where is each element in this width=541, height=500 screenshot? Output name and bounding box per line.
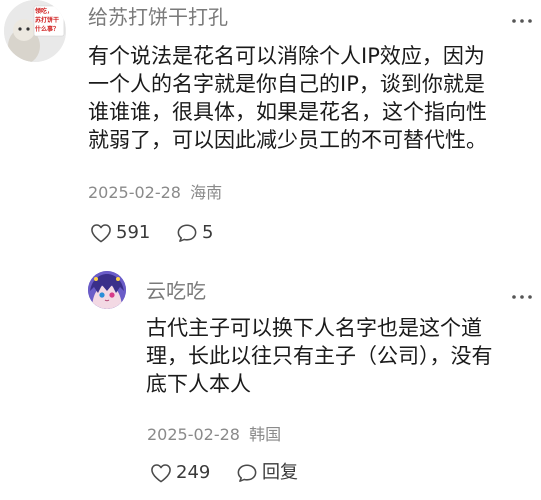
more-dots-icon[interactable] xyxy=(511,286,533,304)
comment-text: 有个说法是花名可以消除个人IP效应，因为 一个人的名字就是你自己的IP，谈到你就… xyxy=(88,42,487,154)
reply-text-line: 古代主子可以换下人名字也是这个道 xyxy=(146,316,482,340)
heart-icon xyxy=(91,224,111,243)
reply-text: 古代主子可以换下人名字也是这个道 理，长此以往只有主子（公司），没有 底下人本人 xyxy=(146,314,493,398)
comment: 领吃， 苏打饼干 什么事？ 给苏打饼干打孔 有个说法是花名可以消除个人IP效应，… xyxy=(0,0,541,260)
reply: 云吃吃 古代主子可以换下人名字也是这个道 理，长此以往只有主子（公司），没有 底… xyxy=(0,260,541,500)
comment-text-line: 谁谁谁，很具体，如果是花名，这个指向性 xyxy=(88,100,487,124)
reply-text-line: 理，长此以往只有主子（公司），没有 xyxy=(146,344,493,368)
more-dots-icon[interactable] xyxy=(511,10,533,28)
heart-icon xyxy=(151,464,171,483)
avatar-caption-line: 领吃， xyxy=(35,8,54,15)
username[interactable]: 云吃吃 xyxy=(146,281,206,301)
comment-text-line: 就弱了，可以因此减少员工的不可替代性。 xyxy=(88,128,487,152)
reply-count-button[interactable]: 5 xyxy=(176,223,213,243)
comment-text-line: 有个说法是花名可以消除个人IP效应，因为 xyxy=(88,44,485,68)
avatar-caption: 领吃， 苏打饼干 什么事？ xyxy=(35,7,65,34)
reply-label: 回复 xyxy=(262,462,298,483)
comment-bubble-icon xyxy=(237,464,257,482)
comment-text-line: 一个人的名字就是你自己的IP，谈到你就是 xyxy=(88,72,485,96)
like-button[interactable]: 249 xyxy=(150,463,210,483)
avatar-caption-line: 苏打饼干 xyxy=(35,17,60,24)
comment-location: 海南 xyxy=(190,183,223,202)
avatar-image xyxy=(88,271,126,309)
username[interactable]: 给苏打饼干打孔 xyxy=(88,7,228,27)
user-avatar[interactable] xyxy=(88,271,126,309)
reply-button[interactable]: 回复 xyxy=(236,463,298,483)
reply-date: 2025-02-28 xyxy=(147,425,240,444)
comment-date: 2025-02-28 xyxy=(88,183,181,202)
reply-meta: 2025-02-28 韩国 xyxy=(147,427,281,443)
reply-count: 5 xyxy=(202,222,214,243)
like-button[interactable]: 591 xyxy=(90,223,150,243)
comment-meta: 2025-02-28 海南 xyxy=(88,185,222,201)
comment-bubble-icon xyxy=(177,224,197,242)
reply-text-line: 底下人本人 xyxy=(146,372,251,396)
like-count: 591 xyxy=(116,222,151,243)
reply-location: 韩国 xyxy=(249,425,282,444)
like-count: 249 xyxy=(176,462,211,483)
avatar-caption-line: 什么事？ xyxy=(35,26,60,33)
user-avatar[interactable]: 领吃， 苏打饼干 什么事？ xyxy=(4,0,66,62)
